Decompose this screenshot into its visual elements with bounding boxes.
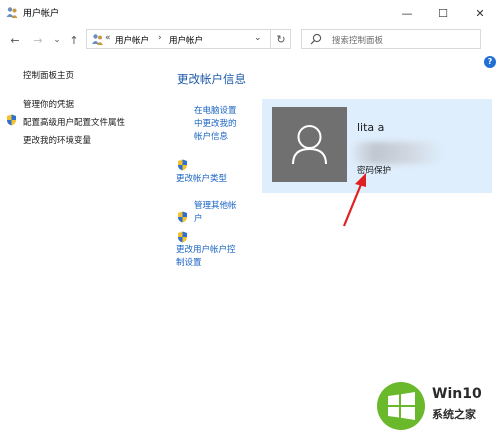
back-button[interactable]: ← [8,32,22,48]
user-accounts-icon [92,34,103,45]
page-title: 更改帐户信息 [177,72,246,86]
uac-shield-icon [7,114,16,126]
link-uac-settings[interactable]: 更改用户帐户控 制设置 [176,244,236,270]
watermark-title: Win10 [432,386,482,402]
maximize-button[interactable]: ☐ [426,0,460,26]
annotation-arrow [342,173,366,227]
close-button[interactable]: ✕ [463,0,497,26]
uac-shield-icon [178,231,187,243]
breadcrumb-user-accounts-current[interactable]: 用户帐户 [169,34,203,46]
link-line: 帐户信息 [194,132,229,142]
overflow-chevron[interactable]: « [105,33,111,43]
user-accounts-icon [6,7,18,18]
window-title: 用户帐户 [23,9,60,19]
minimize-button[interactable]: — [390,0,424,26]
up-button[interactable]: ↑ [67,32,81,48]
help-icon[interactable]: ? [484,56,496,68]
address-dropdown-button[interactable]: ⌄ [254,33,262,43]
redacted-email [352,142,442,164]
breadcrumb-user-accounts[interactable]: 用户帐户 [115,34,149,46]
recent-locations-button[interactable]: ⌄ [50,32,64,48]
search-placeholder: 搜索控制面板 [332,36,384,46]
title-bar [0,0,500,26]
uac-shield-icon [178,159,187,171]
link-line: 中更改我的 [194,119,237,129]
uac-shield-icon [178,211,187,223]
sidebar-item-manage-credentials[interactable]: 管理你的凭据 [23,98,74,110]
search-icon [310,33,322,45]
link-line: 户 [194,214,203,224]
watermark-subtitle: 系统之家 [432,408,476,421]
sidebar-item-environment-variables[interactable]: 更改我的环境变量 [23,134,91,146]
link-pc-settings[interactable]: 在电脑设置 中更改我的 帐户信息 [194,105,237,144]
search-input[interactable] [301,29,481,49]
link-manage-other-accounts[interactable]: 管理其他帐 户 [194,200,237,226]
link-change-account-type[interactable]: 更改帐户类型 [176,173,227,186]
link-line: 在电脑设置 [194,106,237,116]
forward-button[interactable]: → [31,32,45,48]
sidebar-item-advanced-profile[interactable]: 配置高级用户配置文件属性 [23,116,125,128]
sidebar-item-control-panel-home[interactable]: 控制面板主页 [23,69,74,81]
link-line: 管理其他帐 [194,201,237,211]
link-line: 制设置 [176,258,202,268]
breadcrumb-separator[interactable]: › [158,33,162,43]
link-line: 更改用户帐户控 [176,245,236,255]
refresh-button[interactable]: ↻ [270,30,291,48]
account-name: lita a [357,121,385,134]
